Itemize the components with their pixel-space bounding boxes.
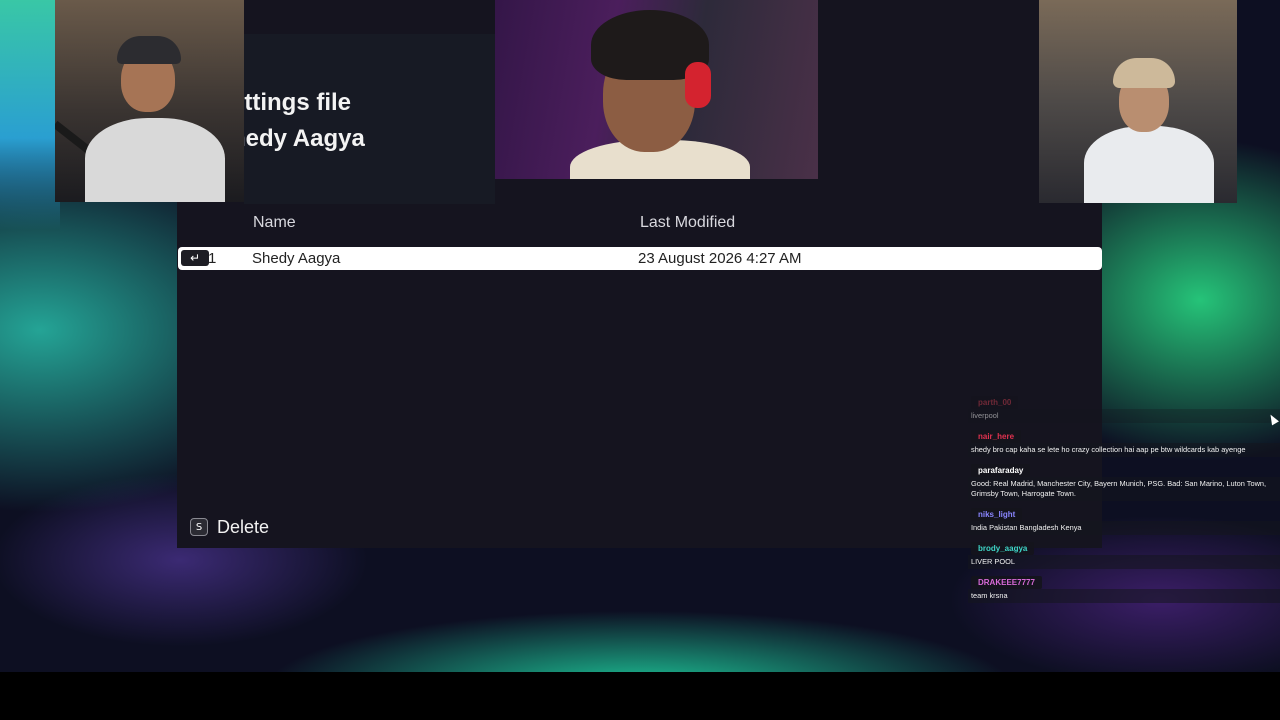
chat-text: shedy bro cap kaha se lete ho crazy coll… bbox=[968, 443, 1280, 457]
chat-text: LIVER POOL bbox=[968, 555, 1280, 569]
chat-text: India Pakistan Bangladesh Kenya bbox=[968, 521, 1280, 535]
delete-key-badge: S bbox=[190, 518, 208, 536]
chat-username: parafaraday bbox=[971, 464, 1031, 477]
title-panel bbox=[244, 34, 495, 204]
row-name: Shedy Aagya bbox=[252, 250, 341, 267]
column-header-last-modified: Last Modified bbox=[640, 214, 736, 231]
chat-username: nair_here bbox=[971, 430, 1022, 443]
chat-text: team krsna bbox=[968, 589, 1280, 603]
letterbox-bar bbox=[0, 672, 1280, 720]
webcam-left bbox=[55, 0, 244, 202]
webcam-center bbox=[495, 0, 818, 179]
window-title-line-2: hedy Aagya bbox=[231, 125, 365, 152]
chat-message: brody_aagya LIVER POOL bbox=[968, 536, 1280, 570]
chat-username: niks_light bbox=[971, 508, 1023, 521]
webcam-right bbox=[1039, 0, 1237, 203]
cap-icon bbox=[117, 36, 181, 64]
chat-text: liverpool bbox=[968, 409, 1280, 423]
chat-message: niks_light India Pakistan Bangladesh Ken… bbox=[968, 502, 1280, 536]
row-index: 1 bbox=[208, 250, 217, 267]
chat-username: parth_00 bbox=[971, 396, 1019, 409]
window-title-line-1: ettings file bbox=[231, 89, 352, 116]
headphones-icon bbox=[685, 62, 711, 108]
enter-key-icon: ↵ bbox=[181, 250, 209, 266]
row-last-modified: 23 August 2026 4:27 AM bbox=[638, 250, 802, 267]
chat-message: parth_00 liverpool bbox=[968, 390, 1280, 424]
chat-username: brody_aagya bbox=[971, 542, 1035, 555]
delete-button[interactable]: S Delete bbox=[190, 515, 269, 539]
chat-overlay: parth_00 liverpool nair_here shedy bro c… bbox=[968, 390, 1280, 604]
delete-label: Delete bbox=[217, 516, 270, 537]
stream-background: ettings file hedy Aagya Name Last Modifi… bbox=[0, 0, 1280, 672]
person-torso bbox=[1084, 126, 1214, 203]
chat-message: nair_here shedy bro cap kaha se lete ho … bbox=[968, 424, 1280, 458]
chat-message: parafaraday Good: Real Madrid, Mancheste… bbox=[968, 458, 1280, 502]
chat-username: DRAKEEE7777 bbox=[971, 576, 1042, 589]
person-hair bbox=[1113, 58, 1175, 88]
chat-text: Good: Real Madrid, Manchester City, Baye… bbox=[968, 477, 1280, 501]
person-torso bbox=[85, 118, 225, 202]
file-row-selected[interactable]: ↵ 1 Shedy Aagya 23 August 2026 4:27 AM bbox=[178, 247, 1102, 270]
background-glow bbox=[0, 0, 60, 230]
column-header-name: Name bbox=[253, 214, 296, 231]
chat-message: DRAKEEE7777 team krsna bbox=[968, 570, 1280, 604]
